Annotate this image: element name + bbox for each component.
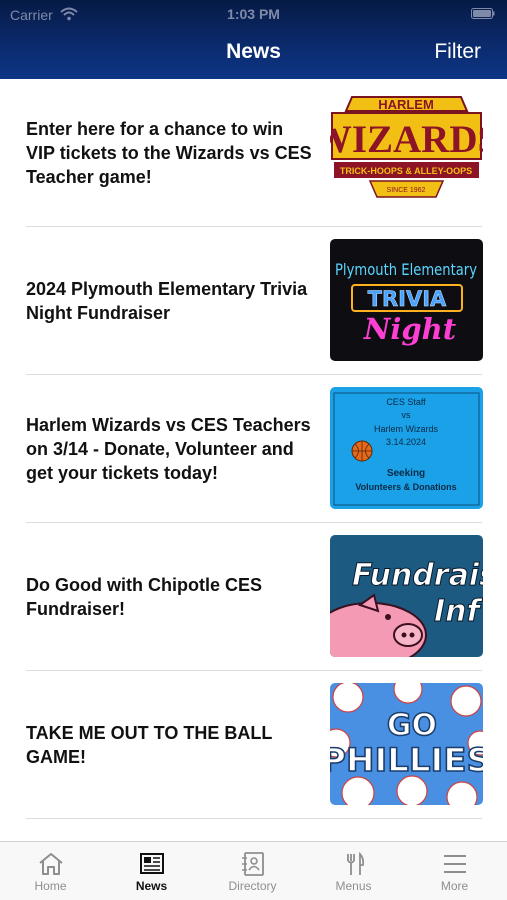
logo-text-4: SINCE 1962: [387, 187, 426, 194]
tab-menus-label: Menus: [335, 879, 372, 893]
news-item-thumbnail: Plymouth Elementary TRIVIA Night: [330, 239, 483, 361]
trivia-text-2: TRIVIA: [368, 287, 447, 311]
harlem-wizards-logo: HARLEM WIZARDS TRICK-HOOPS & ALLEY-OOPS …: [330, 91, 483, 213]
news-item[interactable]: Harlem Wizards vs CES Teachers on 3/14 -…: [0, 375, 507, 523]
logo-text-2: WIZARDS: [330, 118, 483, 161]
phillies-text-2: PHILLIES: [330, 741, 483, 779]
tab-news-label: News: [135, 879, 168, 893]
trivia-text-1: Plymouth Elementary: [335, 260, 477, 279]
news-item-title: 2024 Plymouth Elementary Trivia Night Fu…: [26, 279, 308, 323]
directory-icon: [241, 852, 264, 876]
tab-more-label: More: [440, 879, 469, 893]
flyer-text-2: vs: [402, 410, 412, 420]
logo-text-3: TRICK-HOOPS & ALLEY-OOPS: [340, 166, 472, 176]
page-title: News: [226, 40, 281, 63]
menus-icon: [346, 851, 364, 875]
news-item[interactable]: Enter here for a chance to win VIP ticke…: [0, 79, 507, 227]
flyer-text-3: Harlem Wizards: [374, 424, 439, 434]
news-item[interactable]: 2024 Plymouth Elementary Trivia Night Fu…: [0, 227, 507, 375]
news-item-title: TAKE ME OUT TO THE BALL GAME!: [26, 723, 272, 767]
ces-staff-flyer: CES Staff vs Harlem Wizards 3.14.2024 Se…: [330, 387, 483, 509]
filter-button[interactable]: Filter: [434, 40, 481, 64]
tab-home-label: Home: [34, 879, 67, 893]
flyer-text-4: 3.14.2024: [386, 437, 426, 447]
news-item-thumbnail: HARLEM WIZARDS TRICK-HOOPS & ALLEY-OOPS …: [330, 91, 483, 213]
fundraiser-text-1: Fundraise: [352, 558, 483, 593]
news-item-title: Harlem Wizards vs CES Teachers on 3/14 -…: [26, 415, 311, 483]
fundraiser-info-image: Fundraise Inf: [330, 535, 483, 657]
news-item[interactable]: TAKE ME OUT TO THE BALL GAME! GO PHILLIE…: [0, 671, 507, 819]
fundraiser-text-2: Inf: [434, 594, 483, 629]
news-item-title: Do Good with Chipotle CES Fundraiser!: [26, 575, 262, 619]
tab-directory-label: Directory: [228, 879, 277, 893]
tab-bar: Home News Directory Menus More: [0, 841, 507, 900]
flyer-text-5: Seeking: [387, 468, 425, 479]
basketball-icon: [351, 440, 373, 462]
tab-menus[interactable]: Menus: [303, 842, 404, 900]
status-time: 1:03 PM: [227, 6, 280, 22]
flyer-text-6: Volunteers & Donations: [355, 482, 456, 492]
tab-news[interactable]: News: [101, 842, 202, 900]
home-icon: [38, 853, 63, 875]
news-item-thumbnail: GO PHILLIES: [330, 683, 483, 805]
trivia-text-3: Night: [363, 312, 457, 346]
phillies-text-1: GO: [387, 708, 437, 743]
navigation-header: Carrier 1:03 PM News Filter: [0, 0, 507, 79]
news-list[interactable]: Enter here for a chance to win VIP ticke…: [0, 79, 507, 841]
news-item-thumbnail: Fundraise Inf: [330, 535, 483, 657]
go-phillies-image: GO PHILLIES: [330, 683, 483, 805]
battery-icon: [471, 8, 495, 19]
more-icon: [443, 855, 466, 873]
logo-text-1: HARLEM: [378, 97, 434, 112]
tab-directory[interactable]: Directory: [202, 842, 303, 900]
news-item-title: Enter here for a chance to win VIP ticke…: [26, 119, 312, 187]
status-bar: Carrier 1:03 PM: [0, 0, 507, 30]
trivia-night-image: Plymouth Elementary TRIVIA Night: [330, 239, 483, 361]
news-item[interactable]: Do Good with Chipotle CES Fundraiser! Fu…: [0, 523, 507, 671]
news-item-thumbnail: CES Staff vs Harlem Wizards 3.14.2024 Se…: [330, 387, 483, 509]
tab-home[interactable]: Home: [0, 842, 101, 900]
tab-more[interactable]: More: [404, 842, 505, 900]
flyer-text-1: CES Staff: [386, 397, 426, 407]
news-icon: [139, 853, 164, 874]
